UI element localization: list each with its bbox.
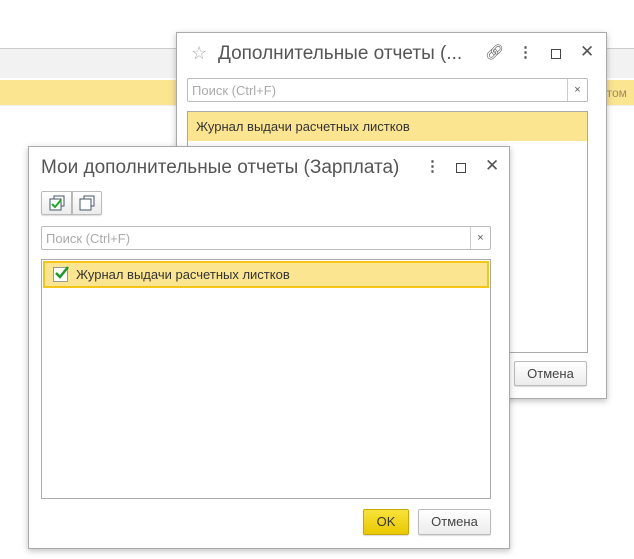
clear-search-button[interactable]: × bbox=[567, 79, 587, 101]
cancel-button[interactable]: Отмена bbox=[418, 509, 491, 535]
checkmark-icon bbox=[55, 266, 69, 279]
search-placeholder: Поиск (Ctrl+F) bbox=[46, 231, 131, 246]
dialog-title: Дополнительные отчеты (... bbox=[218, 43, 463, 64]
check-all-button[interactable] bbox=[41, 191, 72, 215]
more-menu-icon[interactable]: ⋮ bbox=[425, 159, 440, 175]
my-additional-reports-dialog: Мои дополнительные отчеты (Зарплата) ⋮ ✕… bbox=[28, 146, 510, 549]
list-item[interactable]: Журнал выдачи расчетных листков bbox=[43, 261, 489, 288]
dialog-title: Мои дополнительные отчеты (Зарплата) bbox=[41, 157, 400, 178]
clear-search-button[interactable]: × bbox=[470, 227, 490, 249]
close-icon[interactable]: ✕ bbox=[485, 157, 499, 174]
ok-button[interactable]: OK bbox=[363, 509, 409, 535]
maximize-icon[interactable] bbox=[456, 163, 466, 173]
favorite-star-icon[interactable]: ☆ bbox=[191, 44, 207, 62]
list-item[interactable]: Журнал выдачи расчетных листков bbox=[188, 112, 587, 141]
uncheck-all-icon bbox=[79, 195, 95, 211]
search-input[interactable]: Поиск (Ctrl+F) × bbox=[187, 78, 588, 102]
more-menu-icon[interactable]: ⋮ bbox=[518, 45, 533, 61]
link-icon[interactable]: 🔗︎ bbox=[485, 45, 504, 61]
item-label: Журнал выдачи расчетных листков bbox=[76, 267, 290, 282]
item-checkbox[interactable] bbox=[53, 266, 69, 282]
search-input[interactable]: Поиск (Ctrl+F) × bbox=[41, 226, 491, 250]
reports-list[interactable]: Журнал выдачи расчетных листков bbox=[41, 259, 491, 499]
close-icon[interactable]: ✕ bbox=[580, 43, 594, 60]
maximize-icon[interactable] bbox=[551, 49, 561, 59]
search-placeholder: Поиск (Ctrl+F) bbox=[192, 83, 277, 98]
cancel-button[interactable]: Отмена bbox=[514, 361, 587, 386]
check-all-icon bbox=[49, 195, 64, 211]
uncheck-all-button[interactable] bbox=[72, 191, 102, 215]
